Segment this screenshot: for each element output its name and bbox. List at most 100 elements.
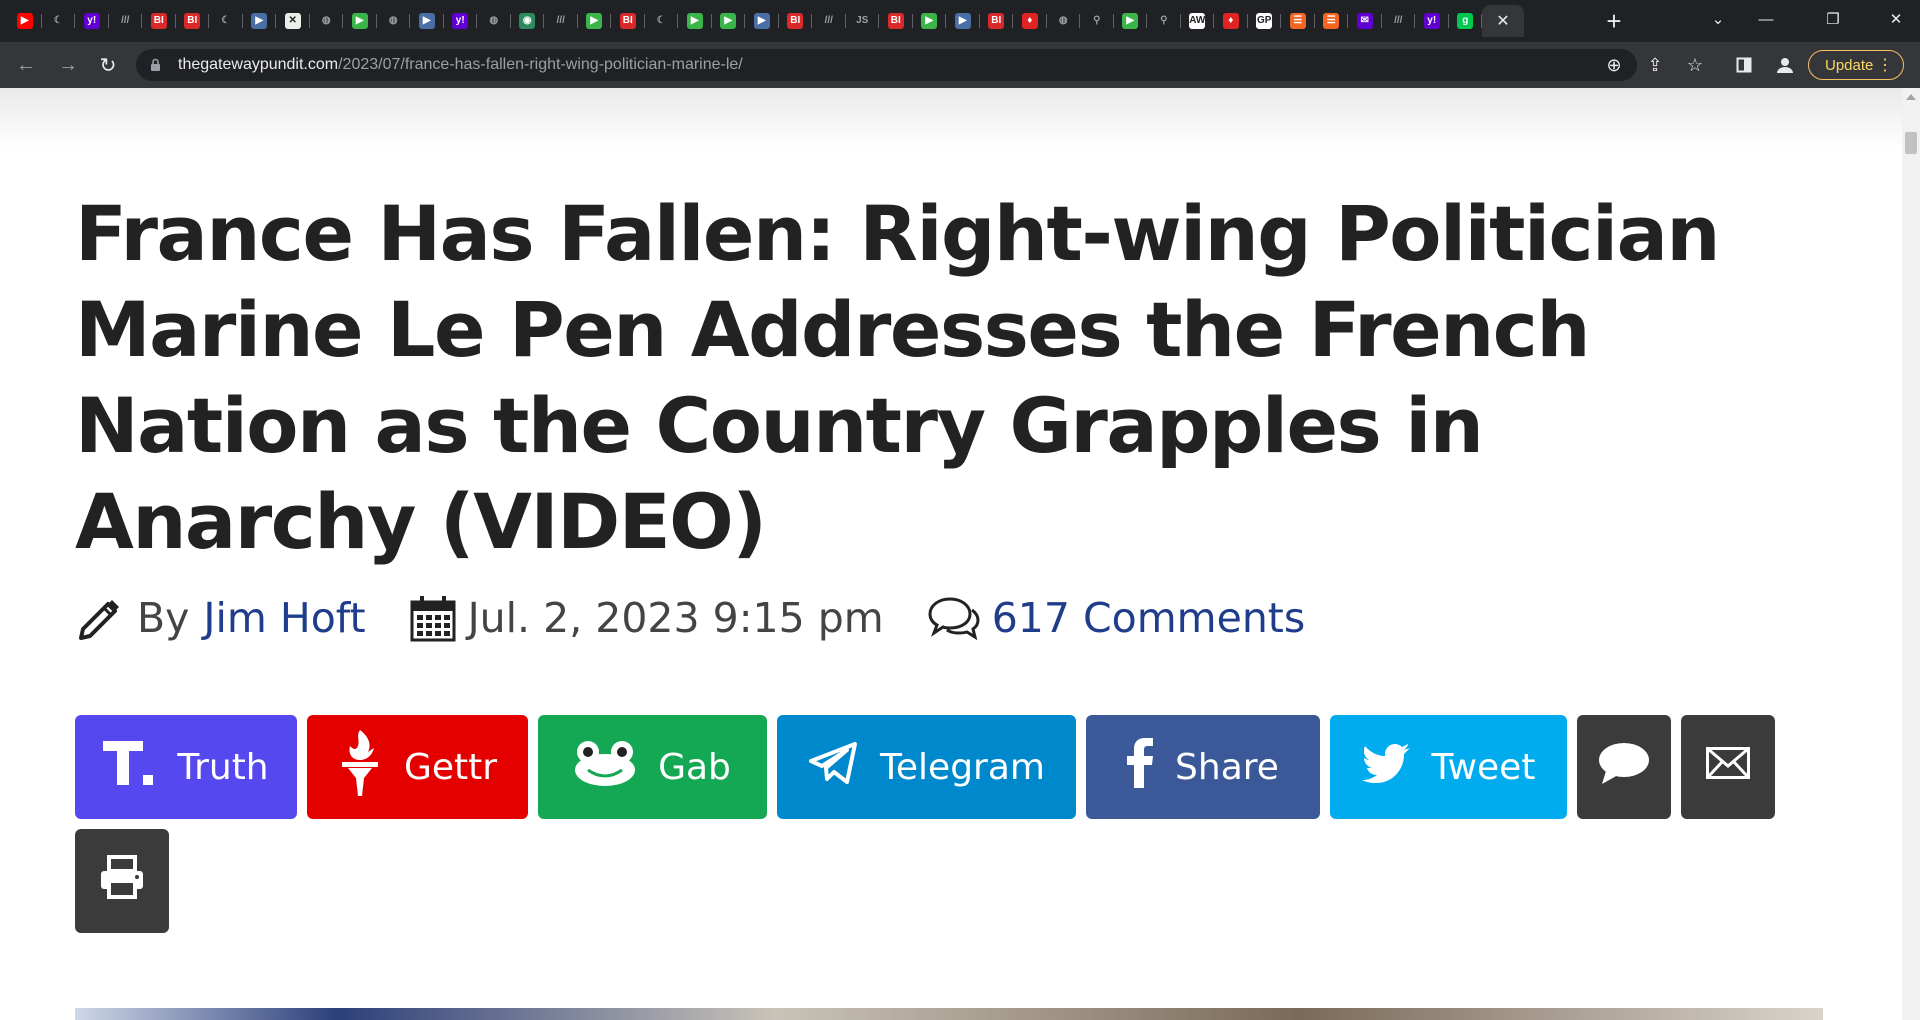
zoom-icon[interactable]: ⊕ <box>1600 51 1628 79</box>
browser-tab[interactable]: ▶ <box>913 5 947 37</box>
browser-tab[interactable]: ✉ <box>1348 5 1382 37</box>
business-insider-icon: BI <box>619 13 636 29</box>
browser-tab[interactable]: /// <box>812 5 846 37</box>
play-icon: ▶ <box>351 13 368 29</box>
share-email-button[interactable] <box>1681 715 1775 819</box>
browser-tab[interactable]: ☰ <box>1315 5 1349 37</box>
update-button[interactable]: Update ⋮ <box>1808 50 1904 80</box>
tab-close-icon[interactable]: ✕ <box>1496 11 1509 31</box>
browser-tab[interactable]: ◍ <box>1047 5 1081 37</box>
bookmark-icon: ☰ <box>1323 13 1340 29</box>
browser-tab[interactable]: ☾ <box>42 5 76 37</box>
browser-tab[interactable]: ◉ <box>511 5 545 37</box>
browser-tab[interactable]: ◍ <box>377 5 411 37</box>
share-gettr-label: Gettr <box>403 746 498 788</box>
side-panel-icon[interactable] <box>1730 51 1758 79</box>
tab-list: ▶ ☾ y! /// BI BI ☾ ▶ ✕ ◍ ▶ ◍ ▶ y! ◍ ◉ /// ▶ BI ☾ ▶ ▶ ▶ BI /// JS B… <box>8 5 1524 37</box>
browser-tab[interactable]: ◍ <box>477 5 511 37</box>
arrow-icon: ▶ <box>954 13 971 29</box>
browser-tab[interactable]: ♦ <box>1013 5 1047 37</box>
share-print-button[interactable] <box>75 829 169 933</box>
browser-tab[interactable]: GP <box>1248 5 1282 37</box>
browser-tab[interactable]: ✕ <box>276 5 310 37</box>
browser-tab[interactable]: ⚲ <box>1080 5 1114 37</box>
reload-icon[interactable]: ↻ <box>94 51 122 79</box>
restore-icon[interactable]: ❐ <box>1809 0 1857 38</box>
news-icon: /// <box>117 13 134 29</box>
browser-tab[interactable]: ▶ <box>946 5 980 37</box>
browser-tab[interactable]: BI <box>176 5 210 37</box>
browser-tab[interactable]: ▶ <box>578 5 612 37</box>
browser-tab[interactable]: /// <box>1382 5 1416 37</box>
browser-tab[interactable]: y! <box>75 5 109 37</box>
tab-search-icon[interactable]: ⌄ <box>1694 0 1742 38</box>
forward-icon[interactable]: → <box>54 51 82 79</box>
browser-tab[interactable]: /// <box>109 5 143 37</box>
browser-tab[interactable]: ⚲ <box>1147 5 1181 37</box>
browser-tab[interactable]: ◍ <box>310 5 344 37</box>
browser-tab[interactable]: ▶ <box>712 5 746 37</box>
address-bar[interactable]: thegatewaypundit.com/2023/07/france-has-… <box>136 49 1637 81</box>
browser-tab[interactable]: JS <box>846 5 880 37</box>
share-sms-button[interactable] <box>1577 715 1671 819</box>
bookmark-star-icon[interactable]: ☆ <box>1681 51 1709 79</box>
browser-tab[interactable]: g <box>1449 5 1483 37</box>
play-icon: ▶ <box>586 13 603 29</box>
comments-link[interactable]: 617 Comments <box>992 594 1306 642</box>
browser-tab[interactable]: ☰ <box>1281 5 1315 37</box>
share-gab-button[interactable]: Gab <box>538 715 767 819</box>
browser-tab[interactable]: BI <box>779 5 813 37</box>
lock-icon[interactable] <box>150 58 161 77</box>
browser-tab[interactable]: ▶ <box>678 5 712 37</box>
share-page-icon[interactable]: ⇪ <box>1641 51 1669 79</box>
share-truth-button[interactable]: Truth <box>75 715 297 819</box>
news-icon: AW <box>1189 13 1205 29</box>
globe-icon: ◍ <box>318 13 335 29</box>
share-twitter-button[interactable]: Tweet <box>1330 715 1567 819</box>
url-text[interactable]: thegatewaypundit.com/2023/07/france-has-… <box>178 56 743 74</box>
news-icon: /// <box>552 13 569 29</box>
browser-tab[interactable]: y! <box>1415 5 1449 37</box>
browser-tab[interactable]: /// <box>544 5 578 37</box>
play-icon: ▶ <box>686 13 703 29</box>
browser-tab[interactable]: ♦ <box>1214 5 1248 37</box>
publish-date: Jul. 2, 2023 9:15 pm <box>467 594 884 642</box>
browser-tab[interactable]: ▶ <box>8 5 42 37</box>
share-gettr-button[interactable]: Gettr <box>307 715 528 819</box>
browser-tab[interactable]: ☾ <box>645 5 679 37</box>
g-icon: g <box>1457 13 1474 29</box>
menu-dots-icon: ⋮ <box>1877 57 1893 74</box>
window-close-icon[interactable]: ✕ <box>1872 0 1920 38</box>
new-tab-button[interactable]: + <box>1598 5 1630 37</box>
browser-tab[interactable]: ▶ <box>1114 5 1148 37</box>
scroll-thumb[interactable] <box>1905 132 1917 154</box>
share-gab-label: Gab <box>658 746 731 788</box>
bookmark-icon: ☰ <box>1289 13 1306 29</box>
torch-icon: ♦ <box>1021 13 1038 29</box>
minimize-icon[interactable]: — <box>1742 0 1790 38</box>
page-scrollbar[interactable] <box>1902 88 1920 1020</box>
browser-tab[interactable]: ▶ <box>243 5 277 37</box>
browser-tab[interactable]: BI <box>879 5 913 37</box>
profile-icon[interactable] <box>1771 51 1799 79</box>
back-icon[interactable]: ← <box>12 51 40 79</box>
browser-tab[interactable]: BI <box>611 5 645 37</box>
share-telegram-button[interactable]: Telegram <box>777 715 1076 819</box>
business-insider-icon: BI <box>988 13 1005 29</box>
scroll-up-arrow-icon[interactable] <box>1906 94 1916 100</box>
share-facebook-button[interactable]: Share <box>1086 715 1320 819</box>
browser-tab[interactable]: BI <box>142 5 176 37</box>
browser-tab[interactable]: y! <box>444 5 478 37</box>
header-shadow <box>0 88 1902 148</box>
browser-tab[interactable]: BI <box>980 5 1014 37</box>
active-browser-tab[interactable]: ✕ <box>1482 5 1524 37</box>
twitter-icon <box>1361 743 1410 792</box>
browser-tab[interactable]: ▶ <box>410 5 444 37</box>
browser-tab[interactable]: AW <box>1181 5 1215 37</box>
browser-tab[interactable]: ▶ <box>343 5 377 37</box>
browser-tab[interactable]: ▶ <box>745 5 779 37</box>
comments-icon <box>928 595 980 641</box>
author-link[interactable]: Jim Hoft <box>203 594 365 642</box>
browser-tab[interactable]: ☾ <box>209 5 243 37</box>
yahoo-icon: y! <box>83 13 100 29</box>
